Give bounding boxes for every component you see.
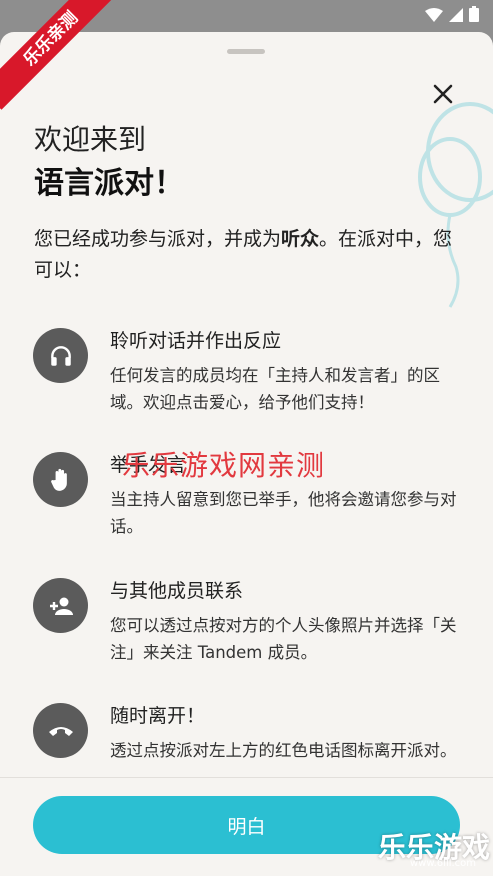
- add-person-icon: [33, 578, 88, 633]
- feature-description: 透过点按派对左上方的红色电话图标离开派对。: [110, 741, 457, 760]
- raised-hand-icon: [33, 452, 88, 507]
- wifi-icon: [425, 7, 443, 26]
- signal-icon: [449, 7, 463, 26]
- headphones-icon: [33, 328, 88, 383]
- status-icons: [425, 6, 479, 26]
- balloons-illustration: [410, 102, 493, 322]
- title-line-1: 欢迎来到: [34, 123, 147, 156]
- feature-connect: 与其他成员联系 您可以透过点按对方的个人头像照片并选择「关注」来关注 Tande…: [0, 578, 493, 688]
- feature-title: 聆听对话并作出反应: [110, 330, 282, 352]
- intro-role: 听众: [281, 228, 320, 250]
- intro-text: 您已经成功参与派对，并成为听众。在派对中，您可以：: [34, 224, 464, 286]
- title-line-2: 语言派对！: [34, 166, 184, 201]
- site-url: www.6lll.com: [410, 858, 477, 869]
- hang-up-phone-icon: [33, 703, 88, 758]
- drag-handle[interactable]: [227, 49, 265, 54]
- feature-listen: 聆听对话并作出反应 任何发言的成员均在「主持人和发言者」的区域。欢迎点击爱心，给…: [0, 328, 493, 438]
- feature-description: 当主持人留意到您已举手，他将会邀请您参与对话。: [110, 490, 457, 536]
- feature-title: 随时离开！: [110, 705, 206, 727]
- feature-description: 任何发言的成员均在「主持人和发言者」的区域。欢迎点击爱心，给予他们支持！: [110, 366, 440, 412]
- welcome-bottom-sheet: 欢迎来到 语言派对！ 您已经成功参与派对，并成为听众。在派对中，您可以： 聆听对…: [0, 32, 493, 876]
- feature-description: 您可以透过点按对方的个人头像照片并选择「关注」来关注 Tandem 成员。: [110, 616, 457, 662]
- watermark-text: 乐乐游戏网亲测: [122, 449, 326, 482]
- intro-prefix: 您已经成功参与派对，并成为: [34, 228, 282, 250]
- feature-title: 与其他成员联系: [110, 580, 244, 602]
- battery-icon: [469, 6, 479, 26]
